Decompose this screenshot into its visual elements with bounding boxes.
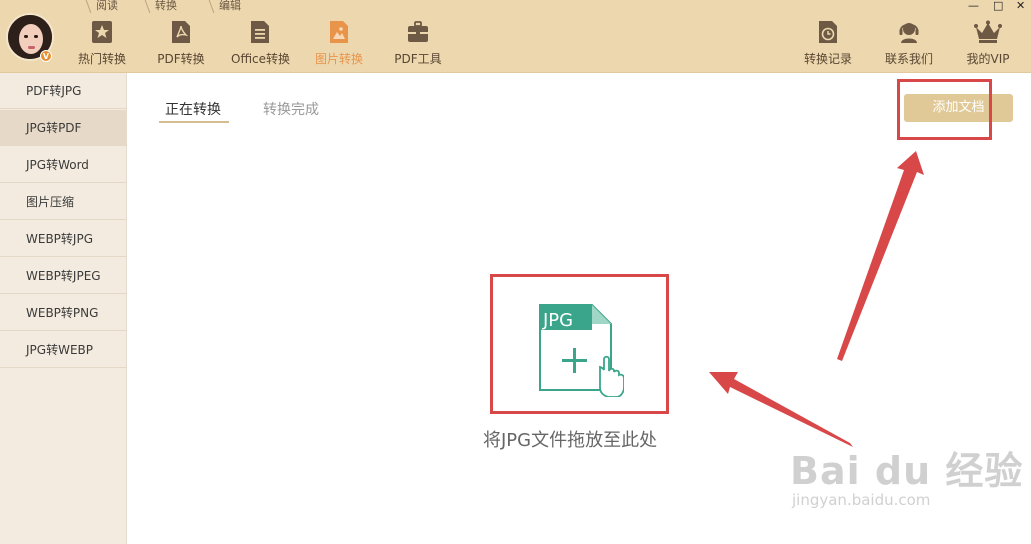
- vip-badge: V: [40, 50, 52, 62]
- highlight-box-add-button: [897, 79, 992, 140]
- close-button[interactable]: ✕: [1016, 0, 1025, 12]
- active-tab-indicator: [159, 121, 229, 123]
- sidebar-item-jpg-to-pdf[interactable]: JPG转PDF: [0, 110, 127, 146]
- highlight-box-drop-zone: [490, 274, 669, 414]
- toolbox-icon: [408, 21, 428, 42]
- top-header: V 阅读 转换 编辑 热门转换 PDF转换 Office转换 图片转换 PDF工…: [0, 0, 1031, 73]
- watermark-main: Bai du 经验: [790, 449, 1024, 493]
- tab-converting[interactable]: 正在转换: [165, 99, 221, 119]
- nav-my-vip[interactable]: 我的VIP: [962, 20, 1014, 70]
- sidebar-item-image-compress[interactable]: 图片压缩: [0, 184, 127, 220]
- clock-icon: [819, 21, 837, 43]
- nav-label: Office转换: [231, 52, 291, 66]
- minimize-button[interactable]: —: [968, 0, 979, 12]
- sidebar-item-pdf-to-jpg[interactable]: PDF转JPG: [0, 73, 127, 109]
- nav-label: PDF工具: [394, 52, 442, 66]
- nav-label: 热门转换: [77, 52, 126, 66]
- mode-tab-read[interactable]: 阅读: [92, 0, 122, 13]
- nav-image-convert[interactable]: 图片转换: [313, 20, 365, 70]
- drop-hint-text: 将JPG文件拖放至此处: [483, 430, 658, 451]
- mode-tab-edit[interactable]: 编辑: [215, 0, 245, 13]
- nav-label: 我的VIP: [966, 52, 1010, 66]
- nav-label: 转换记录: [803, 52, 852, 66]
- sidebar-item-webp-to-png[interactable]: WEBP转PNG: [0, 295, 127, 331]
- document-icon: [251, 21, 269, 43]
- nav-hot-convert[interactable]: 热门转换: [76, 20, 128, 70]
- maximize-button[interactable]: □: [993, 0, 1003, 12]
- nav-office-convert[interactable]: Office转换: [231, 20, 291, 70]
- nav-label: 图片转换: [314, 52, 363, 66]
- sidebar-item-jpg-to-webp[interactable]: JPG转WEBP: [0, 332, 127, 368]
- nav-label: 联系我们: [884, 52, 933, 66]
- tab-completed[interactable]: 转换完成: [263, 99, 319, 119]
- sidebar-item-webp-to-jpeg[interactable]: WEBP转JPEG: [0, 258, 127, 294]
- sidebar-item-webp-to-jpg[interactable]: WEBP转JPG: [0, 221, 127, 257]
- headset-icon: [899, 23, 919, 43]
- sidebar: PDF转JPG JPG转PDF JPG转Word 图片压缩 WEBP转JPG W…: [0, 73, 127, 544]
- nav-pdf-convert[interactable]: PDF转换: [156, 20, 206, 70]
- mode-tab-convert[interactable]: 转换: [151, 0, 181, 13]
- nav-conversion-history[interactable]: 转换记录: [802, 20, 854, 70]
- nav-contact-us[interactable]: 联系我们: [882, 20, 936, 70]
- nav-pdf-tools[interactable]: PDF工具: [394, 20, 442, 70]
- star-icon: [92, 21, 112, 43]
- crown-icon: [974, 20, 1002, 43]
- sidebar-item-jpg-to-word[interactable]: JPG转Word: [0, 147, 127, 183]
- pdf-icon: [172, 21, 190, 43]
- baidu-watermark: Bai du 经验 jingyan.baidu.com: [790, 452, 1023, 510]
- nav-label: PDF转换: [157, 52, 205, 66]
- image-icon: [330, 21, 348, 43]
- watermark-sub: jingyan.baidu.com: [792, 491, 931, 509]
